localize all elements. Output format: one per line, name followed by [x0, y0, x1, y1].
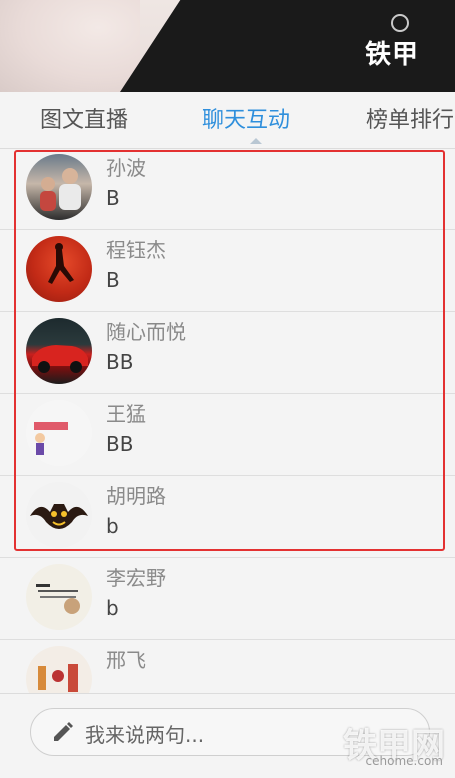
site-url: cehome.com: [365, 754, 443, 768]
chat-row[interactable]: 李宏野 b: [0, 558, 455, 640]
tab-ranking[interactable]: 榜单排行: [366, 102, 454, 134]
active-tab-indicator: [250, 138, 262, 144]
chat-user-name: 李宏野: [106, 566, 166, 590]
avatar[interactable]: [26, 318, 92, 384]
chat-row[interactable]: 随心而悦 BB: [0, 312, 455, 394]
tab-bar: 图文直播 聊天互动 榜单排行: [0, 92, 455, 149]
chat-message: b: [106, 596, 119, 620]
chat-user-name: 邢飞: [106, 648, 146, 672]
chat-message: BB: [106, 432, 134, 456]
chat-message: BB: [106, 350, 134, 374]
avatar[interactable]: [26, 154, 92, 220]
chat-user-name: 王猛: [106, 402, 146, 426]
comment-placeholder: 我来说两句...: [85, 723, 205, 747]
chat-row[interactable]: 孙波 B: [0, 148, 455, 230]
avatar[interactable]: [26, 236, 92, 302]
chat-message: b: [106, 514, 119, 538]
chat-row[interactable]: 程钰杰 B: [0, 230, 455, 312]
chat-message: B: [106, 268, 120, 292]
live-banner-image: 铁甲: [0, 0, 455, 92]
chat-row[interactable]: 王猛 BB: [0, 394, 455, 476]
chat-list[interactable]: 孙波 B 程钰杰 B 随心而悦 BB 王猛 BB 胡明路 b 李宏野 b 邢飞: [0, 148, 455, 722]
banner-logo-text: 铁甲: [364, 40, 419, 70]
tab-graphic-live[interactable]: 图文直播: [40, 102, 128, 134]
chat-user-name: 胡明路: [106, 484, 166, 508]
banner-logo: 铁甲: [365, 14, 419, 71]
chat-message: B: [106, 186, 120, 210]
banner-photo-left: [0, 0, 140, 92]
composer-bar: 我来说两句... 铁甲网 cehome.com: [0, 693, 455, 778]
tab-chat[interactable]: 聊天互动: [202, 102, 290, 134]
pencil-icon: [54, 722, 73, 741]
chat-user-name: 程钰杰: [106, 238, 166, 262]
avatar[interactable]: [26, 400, 92, 466]
avatar[interactable]: [26, 482, 92, 548]
chat-row[interactable]: 胡明路 b: [0, 476, 455, 558]
avatar[interactable]: [26, 564, 92, 630]
chat-user-name: 随心而悦: [106, 320, 186, 344]
logo-badge-icon: [390, 14, 409, 32]
chat-user-name: 孙波: [106, 156, 146, 180]
